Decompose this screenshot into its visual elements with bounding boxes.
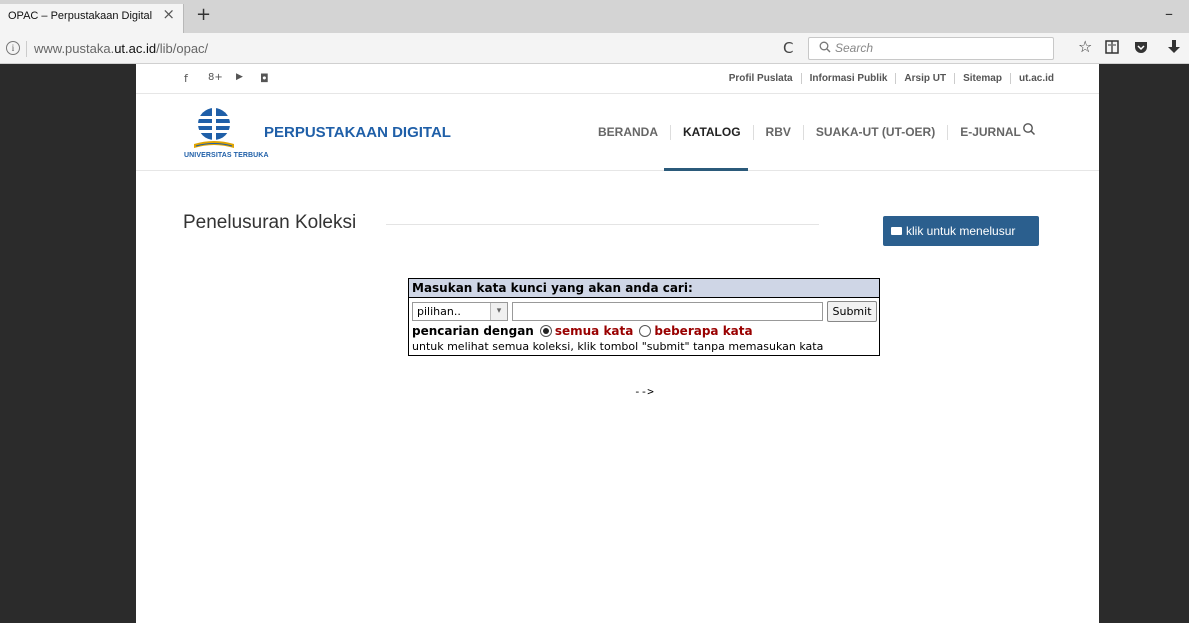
url-host-domain: ut.ac.id — [114, 41, 157, 56]
top-links: Profil Puslata Informasi Publik Arsip UT… — [721, 73, 1062, 84]
site-search-icon[interactable] — [1022, 122, 1036, 140]
link-sitemap[interactable]: Sitemap — [954, 73, 1010, 84]
info-icon[interactable]: i — [6, 41, 20, 55]
nav-e-jurnal[interactable]: E-JURNAL — [947, 125, 1033, 140]
link-arsip-ut[interactable]: Arsip UT — [895, 73, 954, 84]
active-nav-indicator — [664, 168, 748, 171]
select-value: pilihan.. — [417, 305, 461, 318]
reload-icon[interactable]: C — [783, 39, 793, 57]
option-beberapa-kata-label[interactable]: beberapa kata — [654, 324, 752, 338]
url-host-prefix: www.pustaka. — [34, 41, 115, 56]
keyboard-icon — [891, 227, 902, 235]
url-path: /lib/opac/ — [156, 41, 209, 56]
instagram-icon[interactable]: ◘ — [260, 72, 269, 85]
search-placeholder: Search — [835, 41, 874, 55]
youtube-icon[interactable]: ▶ — [236, 72, 243, 82]
pocket-icon[interactable] — [1133, 39, 1149, 58]
tab-title: OPAC – Perpustakaan Digital — [8, 10, 153, 22]
submit-button[interactable]: Submit — [827, 301, 877, 322]
page-content: f 8+ ▶ ◘ Profil Puslata Informasi Publik… — [136, 64, 1099, 623]
option-semua-kata-label[interactable]: semua kata — [555, 324, 634, 338]
site-top-bar: f 8+ ▶ ◘ Profil Puslata Informasi Publik… — [136, 64, 1099, 94]
nav-katalog[interactable]: KATALOG — [670, 125, 753, 140]
stray-comment-text: --> — [634, 385, 654, 398]
keyword-input[interactable] — [512, 302, 823, 321]
page-viewport: f 8+ ▶ ◘ Profil Puslata Informasi Publik… — [0, 64, 1189, 623]
browse-button[interactable]: klik untuk menelusur — [883, 216, 1039, 246]
search-form: Masukan kata kunci yang akan anda cari: … — [408, 278, 880, 356]
search-mode-row: pencarian dengan semua kata beberapa kat… — [412, 324, 753, 338]
radio-beberapa-kata[interactable] — [639, 325, 652, 337]
title-divider — [386, 224, 819, 225]
link-informasi-publik[interactable]: Informasi Publik — [800, 73, 896, 84]
site-title[interactable]: PERPUSTAKAAN DIGITAL — [264, 124, 451, 141]
browse-button-label: klik untuk menelusur — [906, 224, 1016, 238]
browser-tab-bar: OPAC – Perpustakaan Digital × + – — [0, 0, 1189, 33]
browser-address-bar: i www.pustaka.ut.ac.id/lib/opac/ C Searc… — [0, 33, 1189, 64]
facebook-icon[interactable]: f — [184, 72, 188, 85]
close-icon[interactable]: × — [162, 7, 175, 22]
field-select[interactable]: pilihan.. ▾ — [412, 302, 508, 321]
search-mode-label: pencarian dengan — [412, 324, 534, 338]
browser-tab[interactable]: OPAC – Perpustakaan Digital × — [0, 4, 184, 33]
new-tab-button[interactable]: + — [196, 6, 211, 24]
google-plus-icon[interactable]: 8+ — [208, 72, 223, 83]
chevron-down-icon: ▾ — [490, 303, 507, 320]
nav-rbv[interactable]: RBV — [752, 125, 803, 140]
reading-list-icon[interactable] — [1104, 39, 1120, 58]
nav-suaka-ut[interactable]: SUAKA-UT (UT-OER) — [802, 125, 947, 140]
main-navigation: BERANDA KATALOG RBV SUAKA-UT (UT-OER) E-… — [586, 125, 1033, 140]
form-header: Masukan kata kunci yang akan anda cari: — [409, 279, 879, 298]
radio-semua-kata[interactable] — [539, 325, 552, 337]
url-separator — [26, 41, 27, 57]
nav-beranda[interactable]: BERANDA — [586, 125, 670, 140]
form-hint: untuk melihat semua koleksi, klik tombol… — [412, 340, 824, 353]
url-field[interactable]: www.pustaka.ut.ac.id/lib/opac/ — [34, 41, 208, 56]
site-header: UNIVERSITAS TERBUKA PERPUSTAKAAN DIGITAL… — [136, 94, 1099, 171]
link-ut-ac-id[interactable]: ut.ac.id — [1009, 73, 1062, 84]
bookmark-star-icon[interactable]: ☆ — [1078, 39, 1092, 55]
minimize-button[interactable]: – — [1165, 4, 1173, 23]
logo-caption: UNIVERSITAS TERBUKA — [184, 152, 269, 159]
download-icon[interactable] — [1167, 39, 1181, 58]
browser-search-input[interactable]: Search — [808, 37, 1054, 60]
search-icon — [819, 41, 831, 56]
link-profil-puslata[interactable]: Profil Puslata — [721, 73, 801, 84]
page-title: Penelusuran Koleksi — [183, 212, 357, 233]
